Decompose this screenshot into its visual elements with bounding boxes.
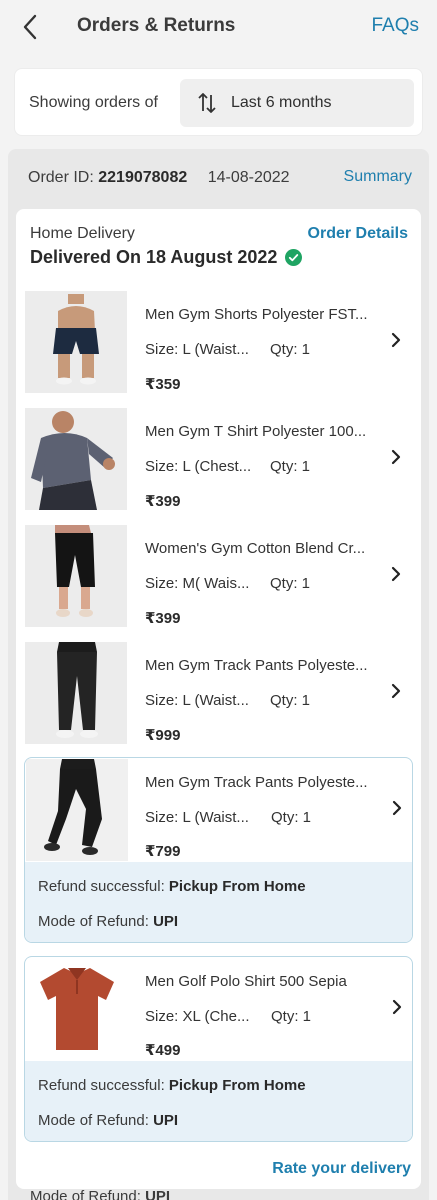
order-meta: Order ID: 2219078082 14-08-2022 bbox=[28, 169, 290, 187]
refund-mode: Mode of Refund: UPI bbox=[38, 913, 178, 930]
item-qty: Qty: 1 bbox=[271, 1008, 312, 1025]
order-item[interactable]: Men Gym Track Pants Polyeste... Size: L … bbox=[24, 640, 413, 746]
refund-status-label: Refund successful: bbox=[38, 1077, 165, 1094]
refund-mode: Mode of Refund: UPI bbox=[38, 1112, 178, 1129]
rate-delivery-link[interactable]: Rate your delivery bbox=[272, 1160, 411, 1178]
order-details-link[interactable]: Order Details bbox=[308, 225, 408, 243]
order-item[interactable]: Women's Gym Cotton Blend Cr... Size: M( … bbox=[24, 523, 413, 629]
item-qty: Qty: 1 bbox=[271, 809, 312, 826]
item-name: Men Gym T Shirt Polyester 100... bbox=[145, 423, 367, 440]
item-size: Size: L (Waist... bbox=[145, 341, 249, 358]
capri-thumbnail bbox=[25, 525, 127, 627]
returned-item-card: Men Golf Polo Shirt 500 Sepia Size: XL (… bbox=[24, 956, 413, 1142]
time-range-select[interactable]: Last 6 months bbox=[180, 79, 414, 127]
delivery-status-text: Delivered On 18 August 2022 bbox=[30, 247, 278, 267]
delivery-status: Delivered On 18 August 2022 bbox=[30, 247, 303, 268]
summary-link[interactable]: Summary bbox=[344, 168, 412, 186]
item-size: Size: XL (Che... bbox=[145, 1008, 250, 1025]
order-item[interactable]: Men Golf Polo Shirt 500 Sepia Size: XL (… bbox=[25, 957, 412, 1063]
peek-mode-value: UPI bbox=[145, 1188, 171, 1200]
item-size: Size: L (Chest... bbox=[145, 458, 252, 475]
item-price: ₹499 bbox=[145, 1042, 181, 1059]
order-item[interactable]: Men Gym Track Pants Polyeste... Size: L … bbox=[25, 758, 412, 864]
refund-status: Refund successful: Pickup From Home bbox=[38, 1077, 306, 1094]
refund-status-value: Pickup From Home bbox=[168, 878, 306, 895]
order-id: 2219078082 bbox=[98, 169, 188, 186]
chevron-right-icon bbox=[391, 566, 401, 582]
item-price: ₹999 bbox=[145, 727, 181, 744]
shorts-thumbnail bbox=[25, 291, 127, 393]
item-size: Size: M( Wais... bbox=[145, 575, 250, 592]
order-item[interactable]: Men Gym T Shirt Polyester 100... Size: L… bbox=[24, 406, 413, 512]
delivery-type: Home Delivery bbox=[30, 225, 135, 242]
next-card-peek: Mode of Refund: UPI bbox=[30, 1188, 170, 1200]
refund-status-value: Pickup From Home bbox=[168, 1077, 306, 1094]
refund-mode-label: Mode of Refund: bbox=[38, 913, 149, 930]
delivery-card: Home Delivery Order Details Delivered On… bbox=[16, 209, 421, 1189]
refund-status-label: Refund successful: bbox=[38, 878, 165, 895]
polo-thumbnail bbox=[26, 958, 128, 1060]
item-size: Size: L (Waist... bbox=[145, 692, 249, 709]
chevron-right-icon bbox=[392, 800, 402, 816]
order-panel: Order ID: 2219078082 14-08-2022 Summary … bbox=[8, 149, 429, 1200]
faqs-link[interactable]: FAQs bbox=[371, 15, 419, 37]
refund-info: Refund successful: Pickup From Home Mode… bbox=[25, 1061, 412, 1141]
refund-mode-value: UPI bbox=[153, 913, 179, 930]
item-qty: Qty: 1 bbox=[270, 458, 311, 475]
tshirt-thumbnail bbox=[25, 408, 127, 510]
back-arrow-icon[interactable] bbox=[18, 12, 44, 42]
app-header: Orders & Returns FAQs bbox=[0, 0, 437, 54]
item-qty: Qty: 1 bbox=[270, 575, 311, 592]
filter-label: Showing orders of bbox=[29, 94, 158, 111]
item-qty: Qty: 1 bbox=[270, 341, 311, 358]
chevron-right-icon bbox=[391, 449, 401, 465]
refund-mode-value: UPI bbox=[153, 1112, 179, 1129]
item-price: ₹399 bbox=[145, 610, 181, 627]
order-item[interactable]: Men Gym Shorts Polyester FST... Size: L … bbox=[24, 289, 413, 395]
item-price: ₹359 bbox=[145, 376, 181, 393]
item-name: Men Gym Track Pants Polyeste... bbox=[145, 774, 368, 791]
chevron-right-icon bbox=[391, 683, 401, 699]
item-name: Men Gym Track Pants Polyeste... bbox=[145, 657, 368, 674]
refund-status: Refund successful: Pickup From Home bbox=[38, 878, 306, 895]
item-price: ₹399 bbox=[145, 493, 181, 510]
chevron-right-icon bbox=[391, 332, 401, 348]
order-filter-card: Showing orders of Last 6 months bbox=[14, 68, 423, 136]
item-name: Men Gym Shorts Polyester FST... bbox=[145, 306, 368, 323]
order-id-label: Order ID: bbox=[28, 169, 94, 186]
sort-arrows-icon bbox=[198, 93, 216, 113]
item-name: Men Golf Polo Shirt 500 Sepia bbox=[145, 973, 347, 990]
page-title: Orders & Returns bbox=[77, 15, 236, 36]
item-qty: Qty: 1 bbox=[270, 692, 311, 709]
item-size: Size: L (Waist... bbox=[145, 809, 249, 826]
refund-mode-label: Mode of Refund: bbox=[38, 1112, 149, 1129]
peek-mode-label: Mode of Refund: bbox=[30, 1188, 141, 1200]
refund-info: Refund successful: Pickup From Home Mode… bbox=[25, 862, 412, 942]
trackpants-thumbnail bbox=[26, 759, 128, 861]
item-name: Women's Gym Cotton Blend Cr... bbox=[145, 540, 366, 557]
trackpants-thumbnail bbox=[25, 642, 127, 744]
item-price: ₹799 bbox=[145, 843, 181, 860]
returned-item-card: Men Gym Track Pants Polyeste... Size: L … bbox=[24, 757, 413, 943]
time-range-value: Last 6 months bbox=[231, 94, 332, 111]
order-date: 14-08-2022 bbox=[207, 169, 290, 186]
chevron-right-icon bbox=[392, 999, 402, 1015]
check-circle-icon bbox=[285, 249, 303, 266]
